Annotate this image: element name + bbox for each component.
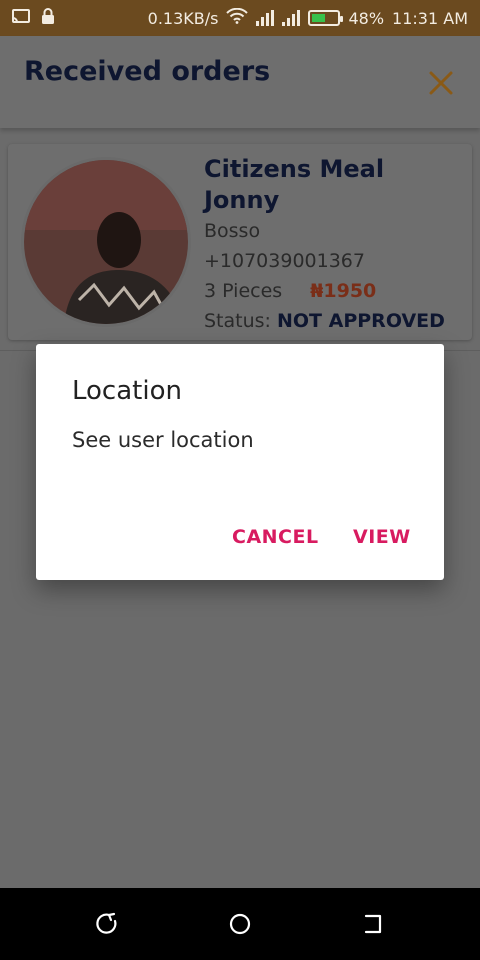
cancel-button[interactable]: CANCEL [232,526,319,548]
order-pieces: 3 Pieces [204,280,283,302]
clock: 11:31 AM [392,8,468,28]
order-summary: 3 Pieces ₦1950 [204,276,464,306]
order-info: Citizens Meal Jonny Bosso +107039001367 … [204,154,464,336]
page-title: Received orders [24,56,271,87]
order-price: ₦1950 [310,280,377,302]
location-dialog: Location See user location CANCEL VIEW [36,344,444,580]
status-badge: NOT APPROVED [277,310,445,332]
status-bar: 0.13KB/s 48% 11:31 AM [0,0,480,36]
avatar [24,160,188,324]
wifi-icon [226,7,249,28]
signal-icon [256,10,275,26]
order-card[interactable]: Citizens Meal Jonny Bosso +107039001367 … [8,144,472,340]
lock-icon [40,7,56,29]
home-icon[interactable] [228,912,252,936]
network-speed: 0.13KB/s [147,8,219,28]
navigation-bar [0,888,480,960]
recent-apps-icon[interactable] [361,912,385,936]
app-header: Received orders [0,36,480,128]
customer-location: Bosso [204,220,261,242]
cast-icon [12,8,30,28]
view-button[interactable]: VIEW [353,526,411,548]
back-icon[interactable] [95,912,119,936]
status-label: Status: [204,310,271,332]
battery-percent: 48% [348,8,385,28]
dialog-title: Location [72,376,182,406]
restaurant-name: Citizens Meal [204,155,385,183]
customer-phone: +107039001367 [204,250,365,272]
battery-icon [308,10,344,26]
signal-icon-secondary [282,10,301,26]
customer-name: Jonny [204,186,280,214]
close-icon[interactable] [428,70,454,96]
order-status: Status: NOT APPROVED [204,306,464,336]
dialog-message: See user location [72,428,254,452]
